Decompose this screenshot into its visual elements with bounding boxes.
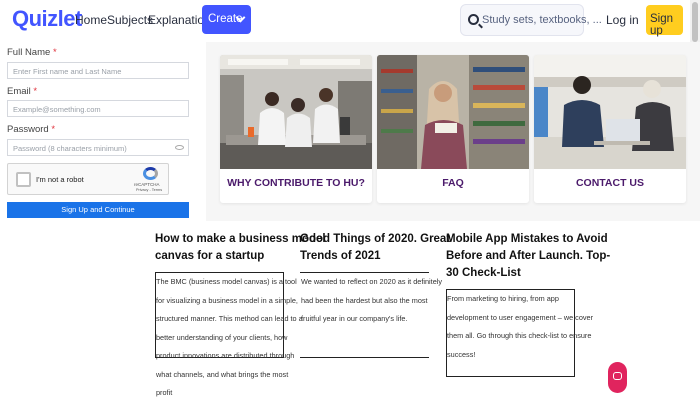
- card-caption: WHY CONTRIBUTE TO HU?: [227, 177, 365, 189]
- quizlet-logo[interactable]: Quizlet: [12, 6, 82, 32]
- nav-home[interactable]: Home: [75, 13, 107, 27]
- full-name-field[interactable]: Enter First name and Last Name: [7, 62, 189, 79]
- email-field[interactable]: Example@something.com: [7, 100, 189, 117]
- password-placeholder: Password (8 characters minimum): [13, 144, 127, 153]
- full-name-placeholder: Enter First name and Last Name: [13, 67, 122, 76]
- lab-photo: [220, 55, 372, 169]
- recaptcha-terms[interactable]: Privacy - Terms: [136, 188, 162, 192]
- eye-icon[interactable]: [175, 145, 184, 150]
- article-1-excerpt: The BMC (business model canvas) is a too…: [156, 277, 303, 397]
- recaptcha-icon: [143, 167, 158, 180]
- recaptcha-label: I'm not a robot: [36, 175, 84, 184]
- search-icon: [468, 14, 479, 25]
- card-caption: CONTACT US: [575, 177, 645, 189]
- search-placeholder: Study sets, textbooks, ...: [482, 14, 602, 26]
- recaptcha-checkbox[interactable]: [16, 172, 31, 187]
- password-label: Password *: [7, 124, 56, 135]
- card-contact-us[interactable]: CONTACT US: [534, 55, 686, 203]
- create-button[interactable]: Create: [202, 5, 251, 34]
- recaptcha-widget: I'm not a robot reCAPTCHA Privacy - Term…: [7, 163, 169, 195]
- full-name-label: Full Name *: [7, 47, 57, 58]
- article-2-bottom-rule: [300, 357, 429, 358]
- article-2-title[interactable]: Good Things of 2020. Great Trends of 202…: [300, 231, 450, 265]
- search-input[interactable]: Study sets, textbooks, ...: [460, 4, 602, 36]
- card-why-contribute[interactable]: WHY CONTRIBUTE TO HU?: [220, 55, 372, 203]
- chat-icon: [613, 372, 622, 380]
- students-photo: [534, 55, 686, 169]
- nav-subjects[interactable]: Subjects: [107, 13, 153, 27]
- signup-button[interactable]: Sign up: [646, 5, 683, 37]
- card-caption: FAQ: [442, 177, 464, 189]
- scrollbar-thumb[interactable]: [692, 2, 698, 42]
- email-label: Email *: [7, 86, 38, 97]
- email-placeholder: Example@something.com: [13, 105, 101, 114]
- card-faq[interactable]: FAQ: [377, 55, 529, 203]
- article-2-excerpt: We wanted to reflect on 2020 as it defin…: [301, 277, 443, 323]
- signup-submit-button[interactable]: Sign Up and Continue: [7, 202, 189, 218]
- article-3-excerpt: From marketing to hiring, from app devel…: [447, 294, 594, 359]
- top-navbar: Quizlet Home Subjects Explanations Creat…: [0, 0, 700, 42]
- library-photo: [377, 55, 529, 169]
- recaptcha-brand: reCAPTCHA: [134, 182, 160, 187]
- password-field[interactable]: Password (8 characters minimum): [7, 139, 189, 156]
- chat-button[interactable]: [608, 362, 627, 393]
- login-button[interactable]: Log in: [606, 13, 639, 27]
- article-3-title[interactable]: Mobile App Mistakes to Avoid Before and …: [446, 231, 610, 282]
